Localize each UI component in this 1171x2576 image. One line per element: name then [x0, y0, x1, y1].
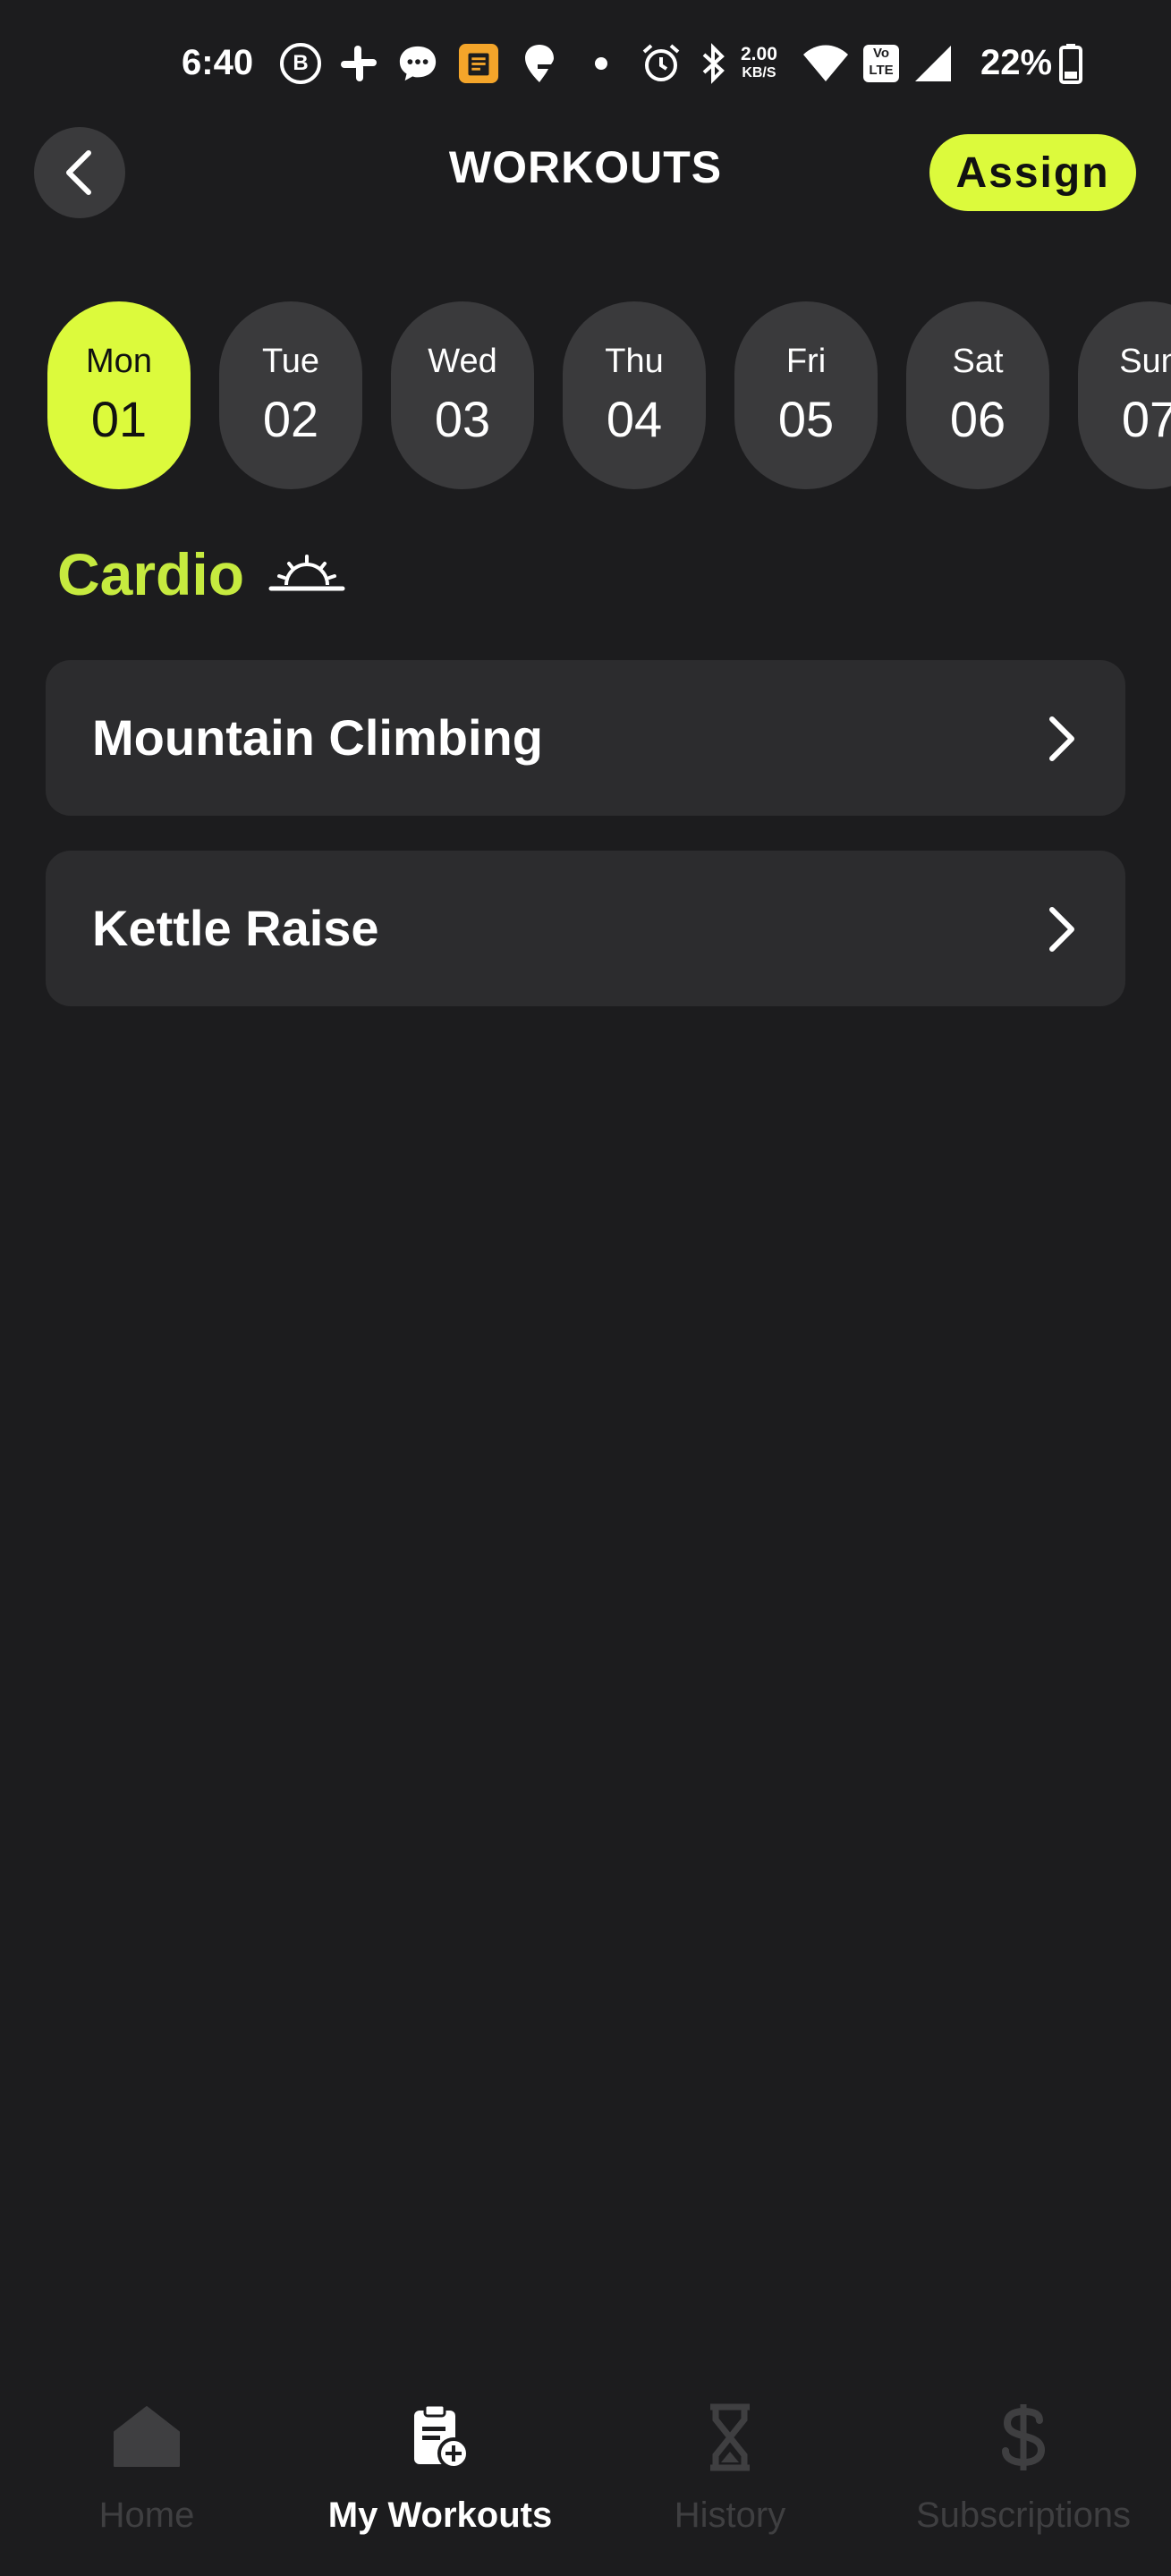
workout-card[interactable]: Kettle Raise [46, 851, 1125, 1006]
day-name: Fri [785, 343, 827, 380]
day-name: Mon [86, 343, 152, 380]
day-sun[interactable]: Sun 07 [1078, 301, 1171, 489]
swiggy-icon [519, 43, 560, 84]
day-name: Sat [952, 343, 1004, 380]
alarm-icon [641, 43, 682, 84]
day-wed[interactable]: Wed 03 [391, 301, 534, 489]
nav-subscriptions[interactable]: Subscriptions [898, 2379, 1149, 2576]
day-sat[interactable]: Sat 06 [906, 301, 1049, 489]
dollar-icon [986, 2397, 1061, 2478]
bottom-nav: Home My Workouts History Subscriptions [0, 2379, 1171, 2576]
clipboard-add-icon [403, 2397, 478, 2478]
day-name: Wed [428, 343, 497, 380]
speed-value: 2.00 [741, 44, 777, 64]
day-number: 01 [90, 391, 148, 447]
message-icon [397, 43, 438, 84]
chevron-right-icon [1049, 907, 1074, 952]
day-number: 02 [262, 391, 319, 447]
status-time: 6:40 [182, 43, 254, 82]
day-number: 07 [1121, 391, 1171, 447]
day-number: 05 [777, 391, 835, 447]
day-mon[interactable]: Mon 01 [47, 301, 191, 489]
chevron-right-icon [1049, 716, 1074, 761]
day-name: Thu [605, 343, 664, 380]
nav-label: My Workouts [327, 2496, 553, 2535]
day-fri[interactable]: Fri 05 [734, 301, 878, 489]
nav-my-workouts[interactable]: My Workouts [315, 2379, 565, 2576]
category-title: Cardio [57, 541, 245, 607]
bluetooth-icon [692, 43, 734, 84]
day-number: 04 [606, 391, 663, 447]
slack-icon [338, 43, 379, 84]
nav-home[interactable]: Home [57, 2379, 236, 2576]
b-badge-icon: B [280, 43, 321, 84]
day-name: Tue [261, 343, 320, 380]
workout-label: Mountain Climbing [92, 709, 543, 766]
nav-label: Home [98, 2496, 195, 2535]
workout-card[interactable]: Mountain Climbing [46, 660, 1125, 816]
day-thu[interactable]: Thu 04 [563, 301, 706, 489]
assign-button[interactable]: Assign [929, 134, 1136, 211]
battery-percent: 22% [980, 43, 1053, 82]
day-number: 06 [949, 391, 1006, 447]
workout-label: Kettle Raise [92, 900, 379, 956]
day-selector: Mon 01 Tue 02 Wed 03 Thu 04 Fri 05 Sat 0… [0, 301, 1171, 489]
wifi-icon [802, 43, 850, 84]
day-name: Sun [1119, 343, 1171, 380]
nav-history[interactable]: History [641, 2379, 819, 2576]
day-number: 03 [434, 391, 491, 447]
sunrise-icon [268, 555, 345, 591]
speed-unit: KB/S [742, 65, 776, 80]
battery-icon [1056, 43, 1086, 84]
home-icon [109, 2397, 184, 2478]
day-tue[interactable]: Tue 02 [219, 301, 362, 489]
nav-label: History [674, 2496, 786, 2535]
nav-label: Subscriptions [915, 2496, 1132, 2535]
notes-icon [458, 43, 499, 84]
volte-text: Vo LTE [863, 45, 899, 82]
signal-icon [912, 43, 954, 84]
status-bar: 6:40 B 2.00 KB/S Vo LTE 22% [0, 0, 1171, 125]
hourglass-icon [692, 2397, 768, 2478]
network-speed: 2.00 KB/S [741, 45, 777, 82]
volte-icon: Vo LTE [861, 43, 902, 84]
dot-icon [581, 43, 622, 84]
